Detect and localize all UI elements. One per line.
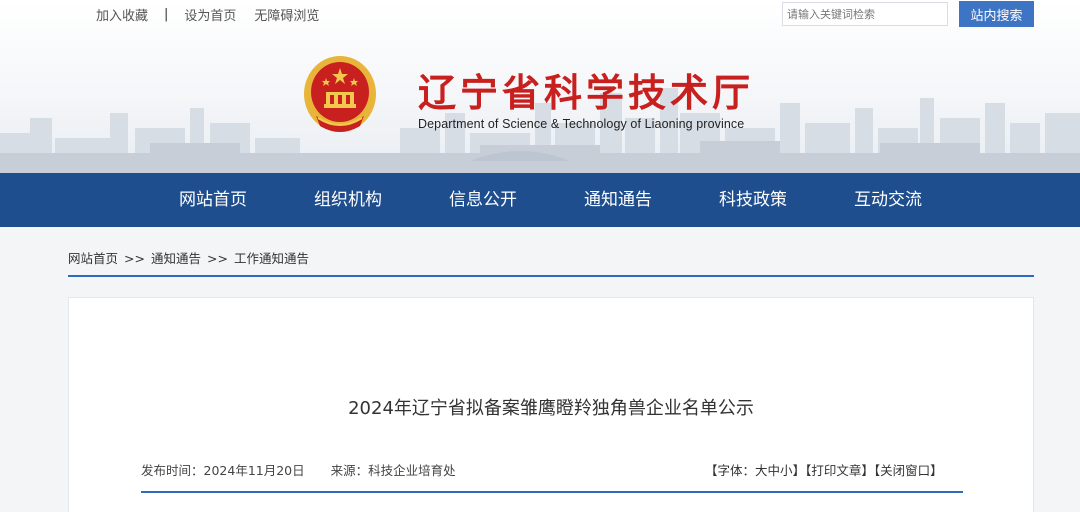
source-value: 科技企业培育处 — [368, 463, 456, 478]
font-size-suffix: 】 — [792, 463, 806, 478]
meta-divider — [141, 491, 963, 493]
site-search-button[interactable]: 站内搜索 — [959, 1, 1034, 27]
breadcrumb-separator: >> — [206, 251, 228, 266]
toolbar-separator: | — [164, 7, 169, 22]
accessibility-link[interactable]: 无障碍浏览 — [254, 5, 319, 24]
breadcrumb-work-notices[interactable]: 工作通知通告 — [234, 251, 309, 266]
publish-date: 2024年11月20日 — [203, 463, 305, 478]
article-meta: 发布时间：2024年11月20日 来源：科技企业培育处 — [141, 460, 456, 479]
national-emblem-logo — [304, 56, 376, 132]
search-input[interactable] — [782, 2, 948, 26]
font-large-button[interactable]: 大 — [755, 463, 768, 478]
font-small-button[interactable]: 小 — [780, 463, 793, 478]
main-navigation: 网站首页 组织机构 信息公开 通知通告 科技政策 互动交流 — [0, 173, 1080, 227]
breadcrumb-divider — [68, 275, 1034, 277]
site-title: 辽宁省科学技术厅 — [418, 71, 755, 115]
print-article-button[interactable]: 【打印文章】 — [805, 463, 874, 478]
add-favorite-link[interactable]: 加入收藏 — [96, 5, 148, 24]
nav-item-interaction[interactable]: 互动交流 — [854, 173, 922, 227]
site-subtitle: Department of Science & Technology of Li… — [418, 117, 745, 131]
top-utility-links: 加入收藏 | 设为首页 无障碍浏览 — [96, 5, 319, 24]
article-panel: 2024年辽宁省拟备案雏鹰瞪羚独角兽企业名单公示 发布时间：2024年11月20… — [68, 297, 1034, 512]
article-tools: 【字体：大中小】【打印文章】【关闭窗口】 — [705, 460, 943, 479]
nav-item-tech-policy[interactable]: 科技政策 — [719, 173, 787, 227]
publish-label: 发布时间： — [141, 463, 204, 478]
site-header: 加入收藏 | 设为首页 无障碍浏览 站内搜索 辽宁省科学技术厅 Departme… — [0, 0, 1080, 173]
nav-item-organization[interactable]: 组织机构 — [314, 173, 382, 227]
nav-item-home[interactable]: 网站首页 — [179, 173, 247, 227]
breadcrumb-notices[interactable]: 通知通告 — [151, 251, 201, 266]
close-window-button[interactable]: 【关闭窗口】 — [874, 463, 943, 478]
breadcrumb-separator: >> — [124, 251, 145, 266]
article-title: 2024年辽宁省拟备案雏鹰瞪羚独角兽企业名单公示 — [348, 398, 754, 419]
breadcrumb: 网站首页 >> 通知通告 >> 工作通知通告 — [68, 248, 309, 267]
font-size-prefix: 【字体： — [705, 463, 756, 478]
nav-item-notices[interactable]: 通知通告 — [584, 173, 652, 227]
breadcrumb-home[interactable]: 网站首页 — [68, 251, 118, 266]
nav-item-info-disclosure[interactable]: 信息公开 — [449, 173, 517, 227]
source-label: 来源： — [330, 463, 369, 478]
set-homepage-link[interactable]: 设为首页 — [184, 5, 236, 24]
font-medium-button[interactable]: 中 — [768, 463, 781, 478]
